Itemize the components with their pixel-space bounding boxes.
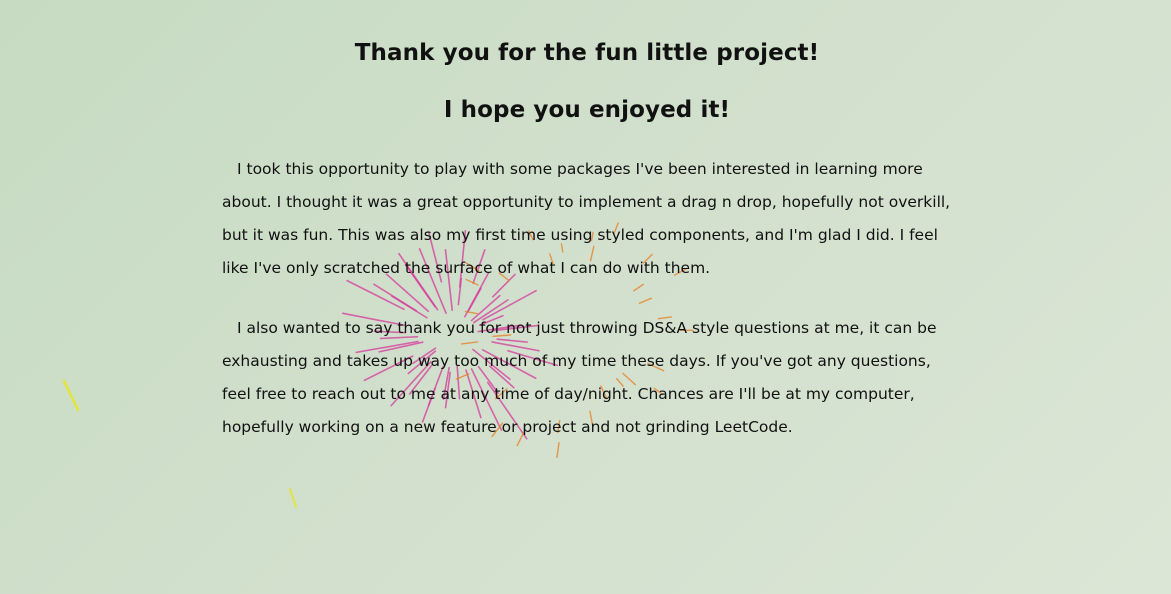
- paragraph-thanks: I also wanted to say thank you for not j…: [222, 319, 937, 436]
- paragraph-packages: I took this opportunity to play with som…: [222, 160, 951, 277]
- firework-spark: [556, 442, 560, 458]
- firework-spark: [62, 379, 80, 412]
- thank-you-section: Thank you for the fun little project! I …: [222, 34, 952, 444]
- page-subtitle: I hope you enjoyed it!: [443, 97, 731, 123]
- page-title: Thank you for the fun little project!: [354, 40, 820, 66]
- firework-spark: [289, 488, 297, 508]
